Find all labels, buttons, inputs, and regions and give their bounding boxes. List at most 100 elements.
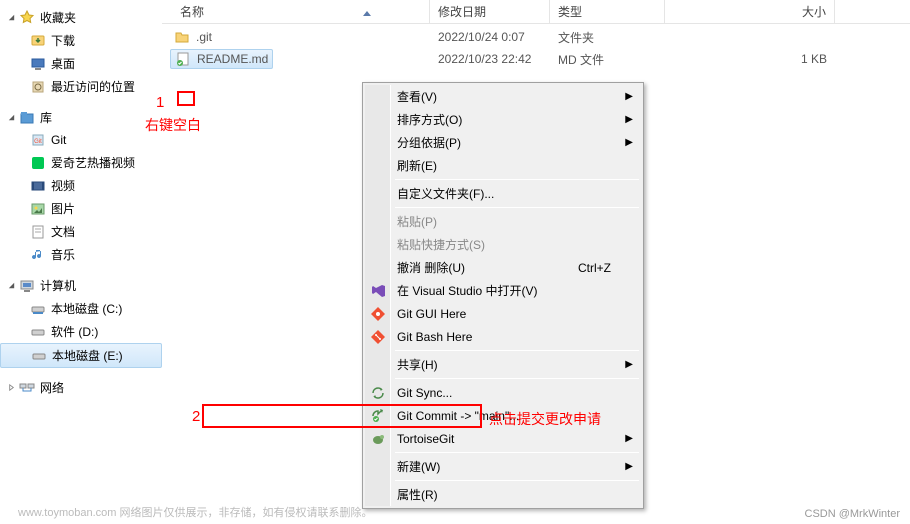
sidebar-item-videos[interactable]: 视频 <box>0 174 162 197</box>
item-label: 爱奇艺热播视频 <box>51 154 135 171</box>
menu-item: 粘贴(P) <box>365 210 641 233</box>
file-type-cell: 文件夹 <box>550 26 665 48</box>
sidebar-item-desktop[interactable]: 桌面 <box>0 52 162 75</box>
sidebar-item-git[interactable]: Git Git <box>0 129 162 151</box>
item-label: 音乐 <box>51 246 75 263</box>
sidebar-item-pictures[interactable]: 图片 <box>0 197 162 220</box>
tree-label: 计算机 <box>40 277 76 294</box>
menu-item[interactable]: 自定义文件夹(F)... <box>365 182 641 205</box>
menu-item[interactable]: Git GUI Here <box>365 302 641 325</box>
file-list-pane: 名称 修改日期 类型 大小 .git 2022/10/24 0:07 文件夹 R… <box>162 0 910 524</box>
menu-item[interactable]: 排序方式(O)▶ <box>365 108 641 131</box>
menu-item[interactable]: 查看(V) ▶ <box>365 85 641 108</box>
menu-item-label: 共享(H) <box>397 356 438 373</box>
item-label: 视频 <box>51 177 75 194</box>
menu-item-label: 在 Visual Studio 中打开(V) <box>397 282 538 299</box>
annotation-box-1 <box>177 91 195 106</box>
menu-item-label: 自定义文件夹(F)... <box>397 185 494 202</box>
menu-item[interactable]: Git Bash Here <box>365 325 641 348</box>
sidebar-item-documents[interactable]: 文档 <box>0 220 162 243</box>
menu-shortcut: Ctrl+Z <box>578 261 611 275</box>
video-icon <box>30 178 46 194</box>
file-name-cell[interactable]: README.md <box>170 49 273 69</box>
tree-label: 收藏夹 <box>40 9 76 26</box>
collapse-arrow-icon[interactable] <box>6 112 17 123</box>
menu-item-label: Git Bash Here <box>397 330 472 344</box>
context-menu: 查看(V)▶排序方式(O)▶分组依据(P)▶刷新(E)自定义文件夹(F)...粘… <box>362 82 644 509</box>
music-icon <box>30 247 46 263</box>
submenu-arrow-icon: ▶ <box>625 433 633 444</box>
tree-libraries[interactable]: 库 <box>0 106 162 129</box>
item-label: 桌面 <box>51 55 75 72</box>
menu-item[interactable]: 新建(W)▶ <box>365 455 641 478</box>
sidebar-item-music[interactable]: 音乐 <box>0 243 162 266</box>
menu-item[interactable]: 在 Visual Studio 中打开(V) <box>365 279 641 302</box>
menu-item[interactable]: 属性(R) <box>365 483 641 506</box>
menu-item[interactable]: 刷新(E) <box>365 154 641 177</box>
submenu-arrow-icon: ▶ <box>625 137 633 148</box>
download-icon <box>30 33 46 49</box>
column-size[interactable]: 大小 <box>665 0 835 23</box>
menu-separator <box>395 207 639 208</box>
column-date[interactable]: 修改日期 <box>430 0 550 23</box>
menu-item-label: 撤消 删除(U) <box>397 259 465 276</box>
sidebar-item-drive-d[interactable]: 软件 (D:) <box>0 320 162 343</box>
folder-icon <box>174 29 190 45</box>
item-label: 图片 <box>51 200 75 217</box>
item-label: 本地磁盘 (E:) <box>52 347 123 364</box>
list-row[interactable]: README.md 2022/10/23 22:42 MD 文件 1 KB <box>162 48 910 70</box>
collapse-arrow-icon[interactable] <box>6 280 17 291</box>
libraries-icon <box>19 110 35 126</box>
menu-item-label: 分组依据(P) <box>397 134 461 151</box>
expand-arrow-icon[interactable] <box>6 382 17 393</box>
menu-item-label: 粘贴(P) <box>397 213 437 230</box>
collapse-arrow-icon[interactable] <box>6 12 17 23</box>
git-lib-icon: Git <box>30 132 46 148</box>
drive-icon <box>30 324 46 340</box>
sidebar-item-recent[interactable]: 最近访问的位置 <box>0 75 162 98</box>
menu-item[interactable]: 共享(H) ▶ <box>365 353 641 376</box>
submenu-arrow-icon: ▶ <box>625 91 633 102</box>
drive-icon <box>31 348 47 364</box>
document-icon <box>30 224 46 240</box>
git-bash-icon <box>370 329 386 345</box>
menu-item-label: Git Sync... <box>397 386 452 400</box>
menu-item: 粘贴快捷方式(S) <box>365 233 641 256</box>
sidebar-item-iqiyi[interactable]: 爱奇艺热播视频 <box>0 151 162 174</box>
list-header: 名称 修改日期 类型 大小 <box>162 0 910 24</box>
menu-separator <box>395 179 639 180</box>
md-file-icon <box>175 51 191 67</box>
tree-favorites[interactable]: 收藏夹 <box>0 6 162 29</box>
favorites-icon <box>19 10 35 26</box>
menu-item[interactable]: TortoiseGit ▶ <box>365 427 641 450</box>
list-body[interactable]: .git 2022/10/24 0:07 文件夹 README.md 2022/… <box>162 24 910 72</box>
item-label: 文档 <box>51 223 75 240</box>
git-sync-icon <box>370 385 386 401</box>
list-row[interactable]: .git 2022/10/24 0:07 文件夹 <box>162 26 910 48</box>
file-name-cell[interactable]: .git <box>170 28 216 46</box>
annotation-text-2: 点击提交更改申请 <box>489 409 601 429</box>
menu-item[interactable]: 撤消 删除(U) Ctrl+Z <box>365 256 641 279</box>
menu-item[interactable]: Git Sync... <box>365 381 641 404</box>
drive-icon <box>30 301 46 317</box>
menu-item-label: 查看(V) <box>397 88 437 105</box>
sidebar-item-drive-c[interactable]: 本地磁盘 (C:) <box>0 297 162 320</box>
menu-separator <box>395 350 639 351</box>
menu-item-label: TortoiseGit <box>397 432 454 446</box>
menu-item[interactable]: 分组依据(P) ▶ <box>365 131 641 154</box>
submenu-arrow-icon: ▶ <box>625 114 633 125</box>
git-gui-icon <box>370 306 386 322</box>
menu-item-label: Git GUI Here <box>397 307 466 321</box>
file-date-cell: 2022/10/24 0:07 <box>430 26 550 48</box>
tree-computer[interactable]: 计算机 <box>0 274 162 297</box>
sidebar-item-drive-e[interactable]: 本地磁盘 (E:) <box>0 343 162 368</box>
vs-icon <box>370 283 386 299</box>
git-commit-icon <box>370 408 386 424</box>
column-name[interactable]: 名称 <box>162 0 430 23</box>
file-date-cell: 2022/10/23 22:42 <box>430 48 550 70</box>
tree-network[interactable]: 网络 <box>0 376 162 399</box>
column-type[interactable]: 类型 <box>550 0 665 23</box>
sidebar-item-downloads[interactable]: 下载 <box>0 29 162 52</box>
submenu-arrow-icon: ▶ <box>625 359 633 370</box>
item-label: 软件 (D:) <box>51 323 98 340</box>
